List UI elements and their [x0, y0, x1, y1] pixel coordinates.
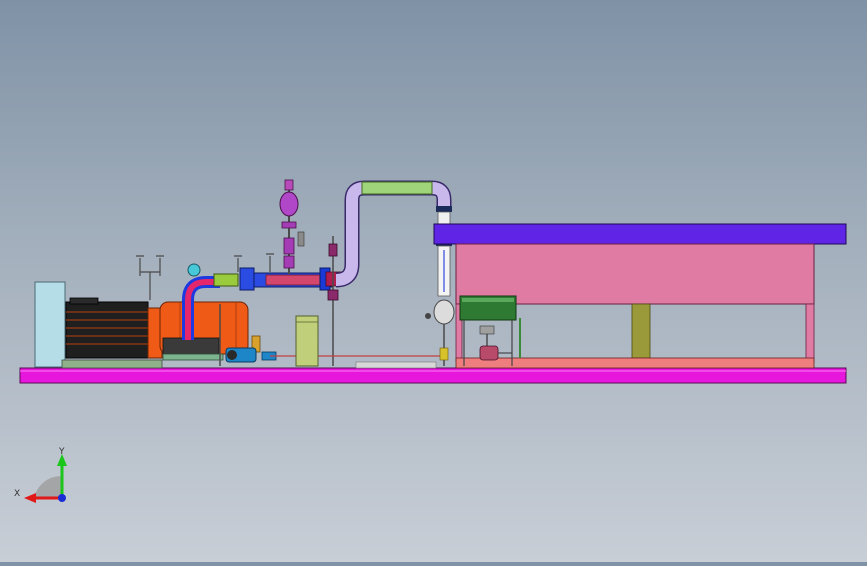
- motor-housing: [65, 301, 149, 359]
- overhead-pipe[interactable]: [335, 182, 450, 286]
- model-canvas[interactable]: Y X: [0, 0, 867, 562]
- pressure-switch[interactable]: [327, 236, 339, 366]
- tank-leg-right: [805, 303, 815, 363]
- triad-plane-icon: [34, 475, 62, 498]
- pump-skid: [162, 353, 224, 361]
- relief-valve[interactable]: [279, 179, 305, 274]
- tank-roof[interactable]: [433, 223, 847, 245]
- discharge-flange: [239, 267, 255, 291]
- base-frame[interactable]: [19, 367, 847, 384]
- x-arrow-icon: [24, 493, 36, 503]
- y-axis-label: Y: [58, 447, 65, 457]
- tank-body[interactable]: [455, 243, 815, 305]
- x-axis-label: X: [14, 489, 20, 499]
- motor-terminal-box: [69, 297, 99, 305]
- riser-flange-top: [436, 206, 452, 212]
- tank-base-rail: [455, 357, 815, 369]
- jockey-tank[interactable]: [295, 315, 319, 367]
- discharge-spool: [213, 273, 239, 287]
- coordinate-triad[interactable]: Y X: [14, 447, 67, 503]
- pump-base-bracket: [162, 337, 220, 355]
- inlet-strainer: [439, 347, 449, 361]
- z-axis-icon: [58, 494, 66, 502]
- motor-skid: [61, 359, 163, 369]
- discharge-header-inner: [265, 274, 325, 286]
- float-valve[interactable]: [479, 325, 512, 361]
- overhead-pipe-green-section: [361, 181, 433, 195]
- cad-viewport[interactable]: Y X: [0, 0, 867, 562]
- pipe-support: [355, 361, 437, 369]
- gate-valve[interactable]: [433, 299, 455, 325]
- tank-support-column: [631, 303, 651, 359]
- motor[interactable]: [65, 297, 163, 359]
- pressure-gauge-icon[interactable]: [187, 263, 201, 277]
- electrical-cabinet[interactable]: [34, 281, 66, 368]
